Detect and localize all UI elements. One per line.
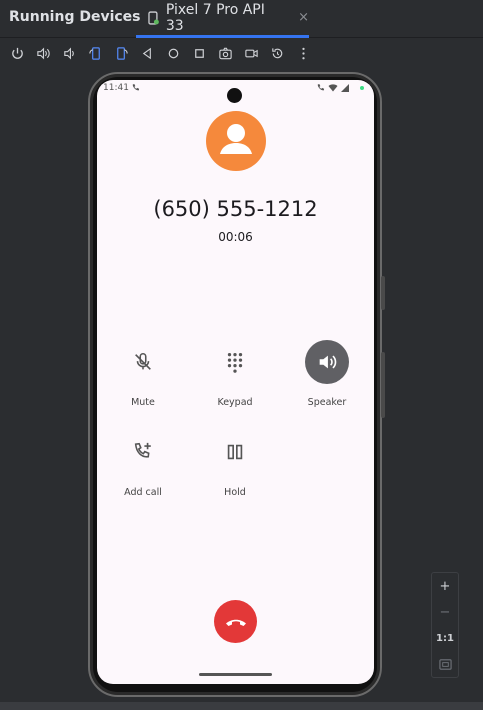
back-button[interactable] <box>134 40 160 66</box>
status-time: 11:41 <box>103 83 129 93</box>
reset-icon <box>271 47 282 58</box>
wifi-call-icon <box>317 84 325 91</box>
rotate-right-icon <box>116 46 128 60</box>
home-icon <box>168 48 178 58</box>
screenshot-button[interactable] <box>212 40 238 66</box>
screenshot-icon <box>218 47 232 59</box>
zoom-in-button[interactable]: + <box>432 573 458 599</box>
volume-down-button[interactable] <box>56 40 82 66</box>
add-call-button[interactable]: Add call <box>103 430 183 498</box>
volume-down-icon <box>63 46 74 60</box>
speaker-icon <box>305 340 349 384</box>
power-icon <box>11 47 23 59</box>
fit-screen-icon <box>438 658 452 670</box>
battery-icon <box>360 85 364 90</box>
overview-icon <box>194 48 204 58</box>
mute-button[interactable]: Mute <box>103 340 183 408</box>
zoom-actual-size-button[interactable]: 1:1 <box>432 625 458 651</box>
phone-screen[interactable]: 11:41 (650) 555-1212 00:06 Mute Keypad S… <box>97 80 374 684</box>
dialpad-icon <box>213 340 257 384</box>
rotate-right-button[interactable] <box>108 40 134 66</box>
device-icon <box>148 10 159 25</box>
keypad-button[interactable]: Keypad <box>195 340 275 408</box>
keypad-label: Keypad <box>217 397 253 408</box>
contact-avatar <box>206 111 266 171</box>
end-call-button[interactable] <box>214 600 257 643</box>
close-tab-icon[interactable]: × <box>298 10 309 25</box>
speaker-label: Speaker <box>307 397 347 408</box>
add-call-label: Add call <box>124 487 162 498</box>
volume-side-button[interactable] <box>381 352 385 418</box>
home-button[interactable] <box>160 40 186 66</box>
back-icon <box>142 47 151 59</box>
gesture-handle[interactable] <box>199 673 272 676</box>
overview-button[interactable] <box>186 40 212 66</box>
screen-record-icon <box>244 49 258 57</box>
power-button[interactable] <box>4 40 30 66</box>
call-status-icon <box>132 84 140 91</box>
mic-off-icon <box>121 340 165 384</box>
hold-label: Hold <box>224 487 246 498</box>
person-icon <box>220 124 252 154</box>
tool-window-header: Running Devices Pixel 7 Pro API 33 × <box>0 0 483 38</box>
more-icon <box>301 47 305 59</box>
mute-label: Mute <box>131 397 155 408</box>
volume-up-button[interactable] <box>30 40 56 66</box>
rotate-left-icon <box>88 46 100 60</box>
hold-button[interactable]: Hold <box>195 430 275 498</box>
add-call-icon <box>121 430 165 474</box>
bottom-edge <box>0 702 483 710</box>
zoom-fit-button[interactable] <box>432 651 458 677</box>
rotate-left-button[interactable] <box>82 40 108 66</box>
status-icons <box>316 83 364 92</box>
zoom-controls: + − 1:1 <box>431 572 459 678</box>
signal-icon <box>341 83 349 92</box>
device-tab-label: Pixel 7 Pro API 33 <box>165 1 265 34</box>
pause-icon <box>213 430 257 474</box>
caller-number: (650) 555-1212 <box>153 197 318 221</box>
camera-cutout <box>227 88 242 103</box>
tool-window-title: Running Devices <box>9 9 141 25</box>
screen-record-button[interactable] <box>238 40 264 66</box>
zoom-out-button[interactable]: − <box>432 599 458 625</box>
emulator-toolbar <box>0 39 483 67</box>
reset-button[interactable] <box>264 40 290 66</box>
speaker-button[interactable]: Speaker <box>287 340 367 408</box>
volume-up-icon <box>36 46 50 60</box>
power-side-button[interactable] <box>381 276 385 310</box>
call-duration: 00:06 <box>218 230 253 244</box>
device-tab[interactable]: Pixel 7 Pro API 33 × <box>136 0 309 38</box>
wifi-icon <box>328 84 338 92</box>
more-button[interactable] <box>290 40 316 66</box>
call-end-icon <box>225 619 246 626</box>
